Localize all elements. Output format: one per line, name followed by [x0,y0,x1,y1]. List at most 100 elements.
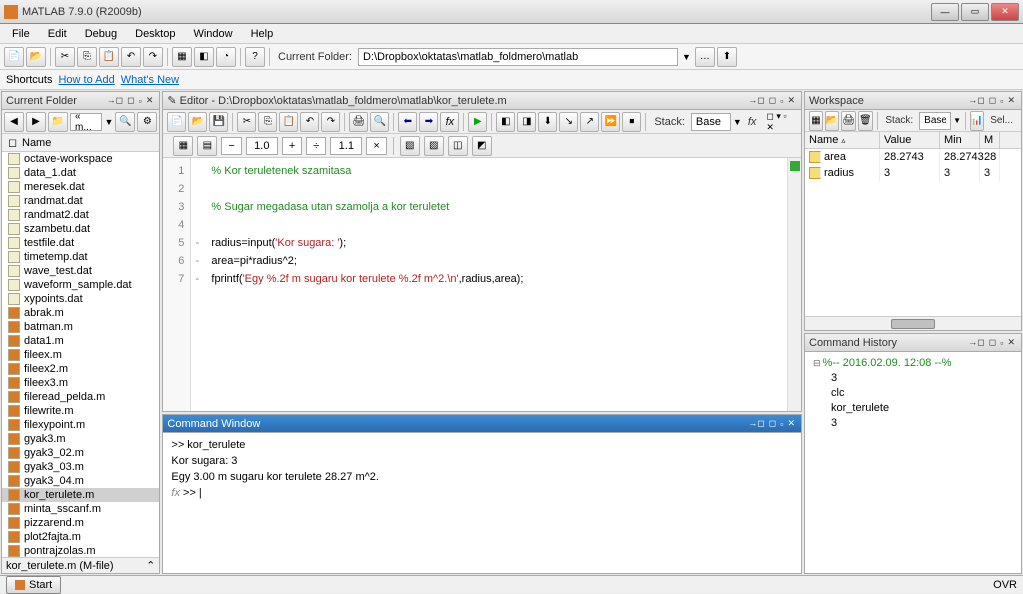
ed-stepout-icon[interactable]: ↗ [580,112,599,132]
close-button[interactable]: ✕ [991,3,1019,21]
ed-find-icon[interactable]: 🔍 [370,112,389,132]
fx-icon[interactable]: fx [171,487,183,499]
cmd-close-icon[interactable]: ✕ [785,418,797,429]
list-item[interactable]: randmat.dat [2,194,159,208]
shortcut-how-to-add[interactable]: How to Add [58,74,114,86]
ws-del-icon[interactable]: 🗑 [858,111,873,131]
history-item[interactable]: 3 [813,416,1013,431]
code-line[interactable]: fprintf('Egy %.2f m sugaru kor terulete … [211,270,779,288]
ed-continue-icon[interactable]: ⏩ [601,112,620,132]
cell-eval-icon[interactable]: ▤ [197,136,217,156]
ed-cut-icon[interactable]: ✂ [237,112,256,132]
editor-body[interactable]: 1234567 --- % Kor teruletenek szamitasa%… [163,158,801,411]
expand-icon[interactable]: ⌃ [146,559,155,572]
code-line[interactable] [211,180,779,198]
ed-undo-icon[interactable]: ↶ [300,112,319,132]
menu-edit[interactable]: Edit [40,26,75,42]
folder-crumb[interactable]: « m... [70,113,102,131]
code-line[interactable]: area=pi*radius^2; [211,252,779,270]
cell-x2-icon[interactable]: ▨ [424,136,444,156]
ws-header-name[interactable]: Name ▵ [805,132,880,148]
cell-val2-input[interactable] [330,137,362,155]
editor-max-icon[interactable]: ▫ [778,96,785,106]
list-item[interactable]: data1.m [2,334,159,348]
cell-x3-icon[interactable]: ◫ [448,136,468,156]
command-window-body[interactable]: >> kor_teruleteKor sugara: 3Egy 3.00 m s… [163,433,801,573]
menu-file[interactable]: File [4,26,38,42]
cf-name-header[interactable]: ◻ Name [2,134,159,152]
ed-copy-icon[interactable]: ⎘ [258,112,277,132]
current-folder-input[interactable] [358,48,678,66]
list-item[interactable]: waveform_sample.dat [2,278,159,292]
cell-div[interactable]: ÷ [306,137,326,155]
redo-icon[interactable]: ↷ [143,47,163,67]
list-item[interactable]: plot2fajta.m [2,530,159,544]
ws-close-icon[interactable]: ✕ [1005,95,1017,106]
undo-icon[interactable]: ↶ [121,47,141,67]
ed-stop-icon[interactable]: ⏹ [622,112,641,132]
list-item[interactable]: pontrajzolas.m [2,544,159,557]
list-item[interactable]: gyak3_02.m [2,446,159,460]
ed-stepin-icon[interactable]: ↘ [559,112,578,132]
paste-icon[interactable]: 📋 [99,47,119,67]
ws-header-value[interactable]: Value [880,132,940,148]
dock-icon[interactable]: →◻ [105,95,125,106]
ch-dock-icon[interactable]: →◻ [966,337,986,348]
minimize-button[interactable]: — [931,3,959,21]
up-folder-icon[interactable]: ⬆ [717,47,737,67]
stack-select[interactable] [691,113,731,131]
menu-debug[interactable]: Debug [77,26,125,42]
menu-help[interactable]: Help [243,26,282,42]
cell-pub-icon[interactable]: ◩ [472,136,492,156]
list-item[interactable]: batman.m [2,320,159,334]
code-line[interactable]: radius=input('Kor sugara: '); [211,234,779,252]
list-item[interactable]: pizzarend.m [2,516,159,530]
ed-save-icon[interactable]: 💾 [209,112,228,132]
list-item[interactable]: meresek.dat [2,180,159,194]
list-item[interactable]: octave-workspace [2,152,159,166]
fwd-icon[interactable]: ▶ [26,112,46,132]
ed-bp-icon[interactable]: ◧ [496,112,515,132]
help-icon[interactable]: ? [245,47,265,67]
cell-mul[interactable]: × [366,137,386,155]
table-row[interactable]: radius333 [805,165,1021,181]
ws-undock-icon[interactable]: ◻ [987,95,998,106]
guide-icon[interactable]: ◧ [194,47,214,67]
cmd-dock-icon[interactable]: →◻ [746,418,766,429]
ws-dock-icon[interactable]: →◻ [966,95,986,106]
ed-fwd-icon[interactable]: ➡ [419,112,438,132]
ws-new-icon[interactable]: ▦ [809,111,823,131]
list-item[interactable]: gyak3.m [2,432,159,446]
list-item[interactable]: gyak3_03.m [2,460,159,474]
workspace-table[interactable]: Name ▵ Value Min M area28.274328.274328r… [805,132,1021,316]
list-item[interactable]: testfile.dat [2,236,159,250]
editor-dock-icon[interactable]: →◻ [746,95,766,106]
ed-open-icon[interactable]: 📂 [188,112,207,132]
ed-back-icon[interactable]: ⬅ [398,112,417,132]
list-item[interactable]: wave_test.dat [2,264,159,278]
start-button[interactable]: Start [6,576,61,594]
cell-val1-input[interactable] [246,137,278,155]
cut-icon[interactable]: ✂ [55,47,75,67]
cell-x1-icon[interactable]: ▧ [400,136,420,156]
list-item[interactable]: kor_terulete.m [2,488,159,502]
code-line[interactable] [211,216,779,234]
cmd-undock-icon[interactable]: ◻ [767,418,778,429]
ws-stack-select[interactable] [919,112,951,130]
ws-header-max[interactable]: M [980,132,1000,148]
cmd-max-icon[interactable]: ▫ [778,419,785,429]
ws-max-icon[interactable]: ▫ [998,96,1005,106]
cmd-prompt[interactable]: fx >> | [171,485,793,501]
maximize-button[interactable]: ▭ [961,3,989,21]
list-item[interactable]: minta_sscanf.m [2,502,159,516]
ed-paste-icon[interactable]: 📋 [279,112,298,132]
list-item[interactable]: timetemp.dat [2,250,159,264]
copy-icon[interactable]: ⎘ [77,47,97,67]
cell-highlight-icon[interactable]: ▦ [173,136,193,156]
code-line[interactable]: % Kor teruletenek szamitasa [211,162,779,180]
ed-redo-icon[interactable]: ↷ [321,112,340,132]
list-item[interactable]: szambetu.dat [2,222,159,236]
code-line[interactable]: % Sugar megadasa utan szamolja a kor ter… [211,198,779,216]
list-item[interactable]: abrak.m [2,306,159,320]
cell-minus[interactable]: − [221,137,241,155]
